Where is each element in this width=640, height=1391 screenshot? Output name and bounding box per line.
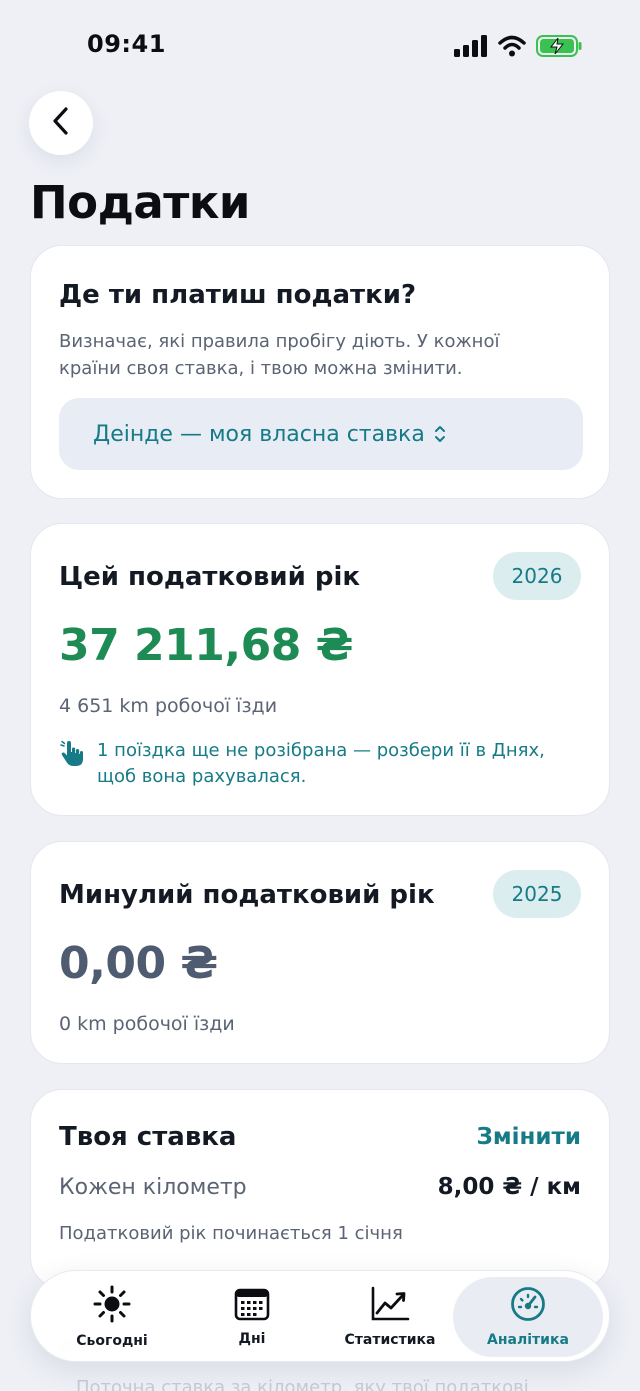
tab-label: Аналітика xyxy=(487,1332,569,1348)
rate-header: Твоя ставка Змінити xyxy=(59,1122,581,1152)
tab-label: Статистика xyxy=(344,1332,436,1348)
tax-year-start-note: Податковий рік починається 1 січня xyxy=(59,1223,403,1244)
selected-option: Деінде — моя власна ставка xyxy=(93,421,425,447)
rate-row-value: 8,00 ₴ / км xyxy=(437,1174,581,1200)
tax-country-card: Де ти платиш податки? Визначає, які прав… xyxy=(30,245,610,499)
signal-icon xyxy=(454,35,488,61)
year-badge: 2025 xyxy=(493,870,581,918)
chevron-up-down-icon xyxy=(433,423,447,445)
previous-year-title: Минулий податковий рік xyxy=(59,880,435,910)
tab-analytics[interactable]: Аналітика xyxy=(453,1277,603,1357)
tax-country-title: Де ти платиш податки? xyxy=(59,280,417,310)
change-rate-link[interactable]: Змінити xyxy=(477,1124,581,1150)
year-badge: 2026 xyxy=(493,552,581,600)
previous-tax-year-card: Минулий податковий рік 2025 0,00 ₴ 0 km … xyxy=(30,841,610,1064)
previous-year-distance: 0 km робочої їзди xyxy=(59,1013,235,1035)
unsorted-trip-hint[interactable]: 1 поїздка ще не розібрана — розбери її в… xyxy=(59,738,589,790)
status-icons xyxy=(454,35,582,61)
current-year-distance: 4 651 km робочої їзди xyxy=(59,695,278,717)
tab-label: Сьогодні xyxy=(76,1333,148,1349)
current-tax-year-card: Цей податковий рік 2026 37 211,68 ₴ 4 65… xyxy=(30,523,610,816)
unsorted-trip-hint-text: 1 поїздка ще не розібрана — розбери її в… xyxy=(97,740,545,787)
hand-tap-icon xyxy=(59,740,85,772)
sun-icon xyxy=(93,1285,131,1327)
chart-icon xyxy=(370,1286,410,1326)
previous-year-amount: 0,00 ₴ xyxy=(59,938,218,989)
status-bar: 09:41 xyxy=(0,0,640,90)
calendar-icon xyxy=(234,1287,270,1325)
current-year-title: Цей податковий рік xyxy=(59,562,361,592)
chevron-left-icon xyxy=(51,106,71,140)
rate-row: Кожен кілометр 8,00 ₴ / км xyxy=(59,1174,581,1200)
tab-bar: Сьогодні Дні Статистика Аналітика xyxy=(30,1270,610,1362)
back-button[interactable] xyxy=(29,91,93,155)
wifi-icon xyxy=(498,35,526,61)
battery-charging-icon xyxy=(536,35,582,61)
rate-row-label: Кожен кілометр xyxy=(59,1174,247,1200)
page-title: Податки xyxy=(30,176,250,229)
rate-card: Твоя ставка Змінити Кожен кілометр 8,00 … xyxy=(30,1089,610,1289)
tax-country-selector[interactable]: Деінде — моя власна ставка xyxy=(59,398,583,470)
status-time: 09:41 xyxy=(87,30,166,58)
tab-statistics[interactable]: Статистика xyxy=(317,1277,463,1357)
rate-title: Твоя ставка xyxy=(59,1122,237,1152)
tab-days[interactable]: Дні xyxy=(179,1277,325,1357)
tab-label: Дні xyxy=(238,1331,266,1347)
current-year-amount: 37 211,68 ₴ xyxy=(59,620,353,671)
gauge-icon xyxy=(510,1286,546,1326)
obscured-text: Поточна ставка за кілометр, яку твої под… xyxy=(76,1377,529,1391)
tax-country-description: Визначає, які правила пробігу діють. У к… xyxy=(59,331,500,379)
tab-today[interactable]: Сьогодні xyxy=(39,1277,185,1357)
